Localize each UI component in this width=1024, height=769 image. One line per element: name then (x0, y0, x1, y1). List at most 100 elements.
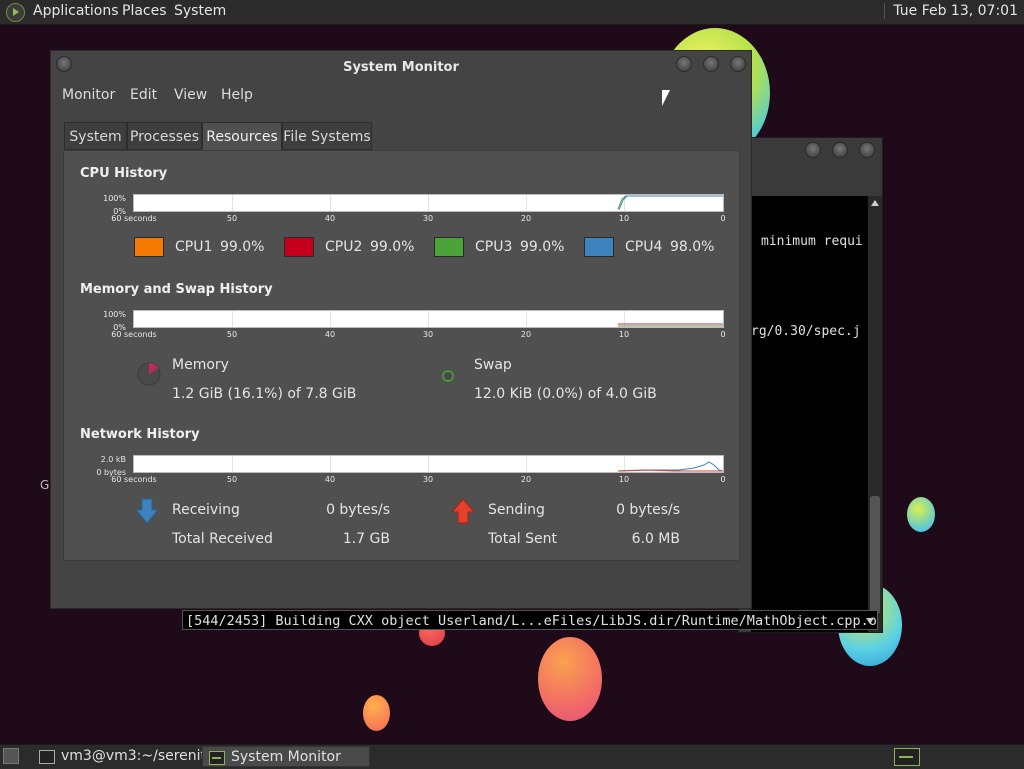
scroll-down-arrow-icon[interactable] (866, 618, 874, 624)
cpu1-label: CPU1 (175, 239, 213, 255)
cpu-x-tick: 20 (520, 214, 532, 223)
cpu-history-title: CPU History (80, 166, 168, 181)
memory-history-title: Memory and Swap History (80, 282, 273, 297)
minimize-button[interactable] (805, 142, 821, 158)
receiving-value: 0 bytes/s (326, 502, 390, 518)
desktop-bubble (907, 497, 935, 532)
menu-help[interactable]: Help (221, 87, 253, 103)
memory-pie-icon[interactable] (136, 361, 162, 387)
cpu-x-tick: 10 (618, 214, 630, 223)
close-button[interactable] (859, 142, 875, 158)
taskbar: vm3@vm3:~/serenity System Monitor (0, 744, 1024, 769)
top-panel: Applications Places System Tue Feb 13, 0… (0, 0, 1024, 25)
terminal-screen[interactable]: minimum requi rg/0.30/spec.j (751, 196, 868, 632)
cpu4-label: CPU4 (625, 239, 663, 255)
menu-applications[interactable]: Applications (33, 3, 119, 19)
memory-x-tick: 10 (618, 330, 630, 339)
network-x-tick: 20 (520, 475, 532, 484)
swap-value: 12.0 KiB (0.0%) of 4.0 GiB (474, 386, 657, 402)
network-y-top-label: 2.0 kB (100, 455, 126, 464)
taskbar-item-label: System Monitor (231, 749, 341, 765)
show-desktop-icon[interactable] (3, 748, 19, 764)
terminal-window[interactable]: minimum requi rg/0.30/spec.j (738, 137, 883, 633)
network-x-tick: 30 (422, 475, 434, 484)
cpu2-color-swatch[interactable] (284, 237, 314, 257)
swap-pie-icon[interactable] (441, 369, 455, 383)
cpu4-color-swatch[interactable] (584, 237, 614, 257)
cpu-x-tick: 0 (720, 214, 726, 223)
sending-label: Sending (488, 502, 545, 518)
scrollbar-thumb[interactable] (870, 496, 880, 614)
network-history-graph (133, 455, 724, 473)
memory-y-top-label: 100% (103, 310, 126, 319)
window-title: System Monitor (343, 60, 459, 75)
terminal-scrollbar[interactable] (868, 196, 882, 632)
system-monitor-tray-icon[interactable] (894, 748, 920, 766)
terminal-status-line: [544/2453] Building CXX object Userland/… (182, 610, 878, 630)
cpu1-value: 99.0% (220, 239, 265, 255)
memory-x-tick: 60 seconds (111, 330, 157, 339)
titlebar[interactable]: System Monitor (51, 51, 751, 83)
menu-monitor[interactable]: Monitor (62, 87, 115, 103)
desktop-bubble (363, 695, 390, 731)
resources-panel: CPU History 100% 0% 60 seconds 50 40 30 … (63, 150, 740, 561)
memory-value: 1.2 GiB (16.1%) of 7.8 GiB (172, 386, 357, 402)
minimize-button[interactable] (676, 56, 692, 72)
desktop-bubble (538, 637, 602, 721)
memory-history-graph (133, 310, 724, 328)
network-x-tick: 60 seconds (111, 475, 157, 484)
memory-x-tick: 40 (324, 330, 336, 339)
maximize-button[interactable] (703, 56, 719, 72)
menu-view[interactable]: View (174, 87, 207, 103)
terminal-build-line: [544/2453] Building CXX object Userland/… (186, 613, 877, 629)
memory-x-tick: 0 (720, 330, 726, 339)
swap-label: Swap (474, 357, 512, 373)
memory-history-lines (618, 323, 723, 327)
mouse-cursor-icon (662, 90, 670, 106)
memory-x-tick: 20 (520, 330, 532, 339)
maximize-button[interactable] (832, 142, 848, 158)
total-sent-value: 6.0 MB (631, 531, 680, 547)
taskbar-item-system-monitor[interactable]: System Monitor (202, 746, 370, 767)
network-history-title: Network History (80, 427, 200, 442)
cpu3-label: CPU3 (475, 239, 513, 255)
sending-value: 0 bytes/s (616, 502, 680, 518)
receiving-arrow-icon[interactable] (134, 497, 160, 525)
terminal-line: minimum requi (761, 234, 863, 249)
menu-system[interactable]: System (174, 3, 226, 19)
total-received-label: Total Received (172, 531, 273, 547)
terminal-icon (39, 750, 55, 764)
scroll-up-arrow-icon[interactable] (871, 200, 879, 206)
memory-x-tick: 50 (226, 330, 238, 339)
close-button[interactable] (730, 56, 746, 72)
tab-processes[interactable]: Processes (127, 122, 202, 150)
terminal-titlebar[interactable] (739, 138, 882, 193)
tab-system[interactable]: System (64, 122, 127, 150)
cpu4-value: 98.0% (670, 239, 715, 255)
system-monitor-icon (209, 751, 225, 765)
network-x-tick: 0 (720, 475, 726, 484)
cpu-x-tick: 60 seconds (111, 214, 157, 223)
total-sent-label: Total Sent (488, 531, 558, 547)
sending-arrow-icon[interactable] (450, 497, 476, 525)
menu-places[interactable]: Places (122, 3, 167, 19)
network-x-tick: 40 (324, 475, 336, 484)
cpu-history-graph (133, 194, 724, 212)
cpu1-color-swatch[interactable] (134, 237, 164, 257)
total-received-value: 1.7 GB (342, 531, 390, 547)
taskbar-item-terminal[interactable]: vm3@vm3:~/serenity (33, 746, 214, 767)
cpu3-value: 99.0% (520, 239, 565, 255)
network-history-lines (617, 461, 723, 472)
cpu2-label: CPU2 (325, 239, 363, 255)
taskbar-item-label: vm3@vm3:~/serenity (61, 748, 215, 764)
cpu3-color-swatch[interactable] (434, 237, 464, 257)
receiving-label: Receiving (172, 502, 240, 518)
menu-edit[interactable]: Edit (130, 87, 157, 103)
system-monitor-window[interactable]: System Monitor Monitor Edit View Help Sy… (50, 50, 752, 609)
terminal-line: rg/0.30/spec.j (751, 324, 861, 339)
tab-file-systems[interactable]: File Systems (282, 122, 372, 150)
tab-resources[interactable]: Resources (202, 122, 282, 150)
applications-logo-icon[interactable] (6, 3, 25, 22)
memory-label: Memory (172, 357, 229, 373)
clock[interactable]: Tue Feb 13, 07:01 (884, 3, 1018, 19)
